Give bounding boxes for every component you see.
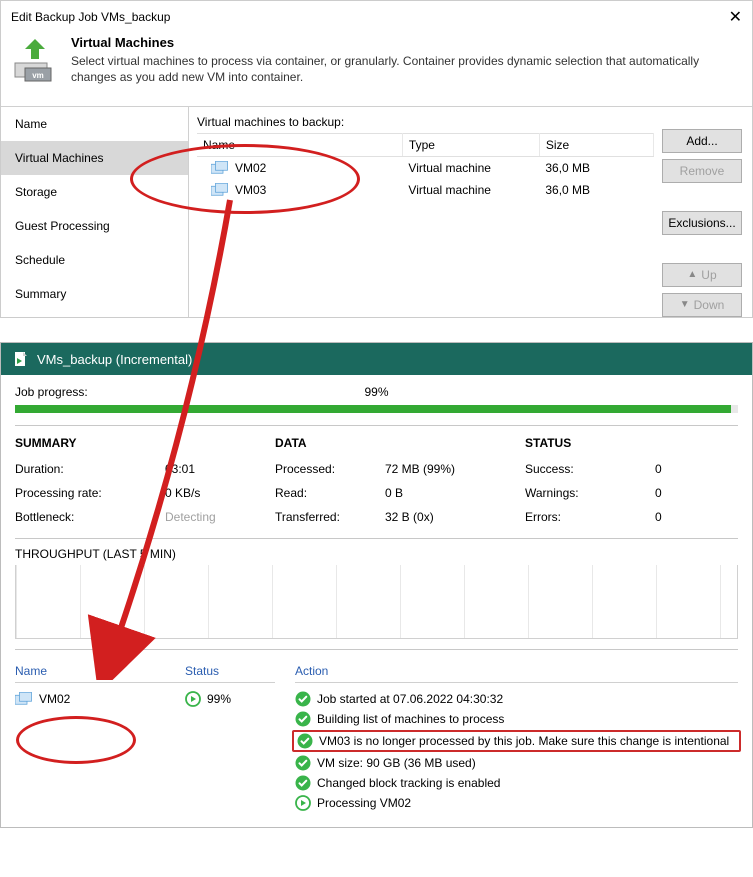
bottleneck-value: Detecting [165,510,245,524]
ok-icon [295,775,311,791]
success-label: Success: [525,462,655,476]
remove-button[interactable]: Remove [662,159,742,183]
vm-size: 36,0 MB [539,157,653,180]
vm-size: 36,0 MB [539,179,653,201]
action-row: VM size: 90 GB (36 MB used) [295,753,738,773]
play-icon [185,691,201,707]
col-action[interactable]: Action [295,664,328,678]
svg-text:vm: vm [32,71,44,80]
nav-item-name[interactable]: Name [1,107,188,141]
summary-heading: SUMMARY [15,436,245,450]
col-size[interactable]: Size [539,134,653,157]
ok-icon [295,691,311,707]
col-status-bottom[interactable]: Status [185,664,219,678]
dialog-step-description: Select virtual machines to process via c… [71,54,742,85]
vm-header-icon: vm [11,35,59,88]
warnings-value: 0 [655,486,695,500]
nav-item-storage[interactable]: Storage [1,175,188,209]
action-text: Building list of machines to process [317,712,504,726]
dialog-title: Edit Backup Job VMs_backup [11,10,170,24]
ok-icon [295,755,311,771]
action-row: Changed block tracking is enabled [295,773,738,793]
vm-icon [211,183,229,197]
transferred-value: 32 B (0x) [385,510,505,524]
vm-table[interactable]: Name Type Size VM02 Virtual machine 36,0… [197,133,654,201]
bottleneck-label: Bottleneck: [15,510,165,524]
down-button[interactable]: ▼Down [662,293,742,317]
exclusions-button[interactable]: Exclusions... [662,211,742,235]
rate-label: Processing rate: [15,486,165,500]
table-row[interactable]: VM02 Virtual machine 36,0 MB [197,157,654,180]
vm-name: VM03 [235,183,266,197]
vm-list-label: Virtual machines to backup: [197,115,654,129]
job-file-icon [13,351,29,367]
down-icon: ▼ [680,300,690,310]
col-name[interactable]: Name [197,134,402,157]
success-value: 0 [655,462,695,476]
duration-value: 03:01 [165,462,245,476]
errors-label: Errors: [525,510,655,524]
nav-item-guest-processing[interactable]: Guest Processing [1,209,188,243]
vm-type: Virtual machine [402,179,539,201]
action-row: Building list of machines to process [295,709,738,729]
processed-value: 72 MB (99%) [385,462,505,476]
job-status-window: VMs_backup (Incremental) Job progress: 9… [0,342,753,828]
dialog-step-title: Virtual Machines [71,35,742,50]
close-icon[interactable]: ✕ [729,7,742,27]
job-title: VMs_backup (Incremental) [37,352,192,367]
nav-item-virtual-machines[interactable]: Virtual Machines [1,141,188,175]
col-name-bottom[interactable]: Name [15,664,185,678]
vm-icon [15,692,33,706]
warnings-label: Warnings: [525,486,655,500]
data-heading: DATA [275,436,505,450]
nav-item-schedule[interactable]: Schedule [1,243,188,277]
throughput-label: THROUGHPUT (LAST 5 MIN) [15,547,738,561]
col-type[interactable]: Type [402,134,539,157]
status-heading: STATUS [525,436,695,450]
vm-status-row[interactable]: VM02 99% [15,689,275,709]
rate-value: 0 KB/s [165,486,245,500]
nav-item-summary[interactable]: Summary [1,277,188,311]
progress-value: 99% [364,385,388,399]
add-button[interactable]: Add... [662,129,742,153]
up-button[interactable]: ▲Up [662,263,742,287]
action-text: Changed block tracking is enabled [317,776,500,790]
progress-label: Job progress: [15,385,88,399]
action-text: Job started at 07.06.2022 04:30:32 [317,692,503,706]
up-icon: ▲ [687,270,697,280]
ok-icon [295,711,311,727]
read-label: Read: [275,486,385,500]
action-text: VM size: 90 GB (36 MB used) [317,756,476,770]
action-row: Job started at 07.06.2022 04:30:32 [295,689,738,709]
table-row[interactable]: VM03 Virtual machine 36,0 MB [197,179,654,201]
action-text: VM03 is no longer processed by this job.… [319,734,729,748]
play-icon [295,795,311,811]
progress-bar [15,405,738,413]
duration-label: Duration: [15,462,165,476]
transferred-label: Transferred: [275,510,385,524]
ok-icon [297,733,313,749]
vm-type: Virtual machine [402,157,539,180]
action-row-warning: VM03 is no longer processed by this job.… [292,730,741,752]
read-value: 0 B [385,486,505,500]
errors-value: 0 [655,510,695,524]
edit-backup-job-dialog: Edit Backup Job VMs_backup ✕ vm Virtual … [0,0,753,318]
status-titlebar: VMs_backup (Incremental) [1,343,752,375]
action-text: Processing VM02 [317,796,411,810]
vm-icon [211,161,229,175]
action-row: Processing VM02 [295,793,738,813]
processed-label: Processed: [275,462,385,476]
vm-name: VM02 [235,161,266,175]
wizard-nav: Name Virtual Machines Storage Guest Proc… [1,107,189,317]
throughput-chart [15,565,738,639]
vm-name: VM02 [39,692,70,706]
vm-status-value: 99% [207,692,231,706]
